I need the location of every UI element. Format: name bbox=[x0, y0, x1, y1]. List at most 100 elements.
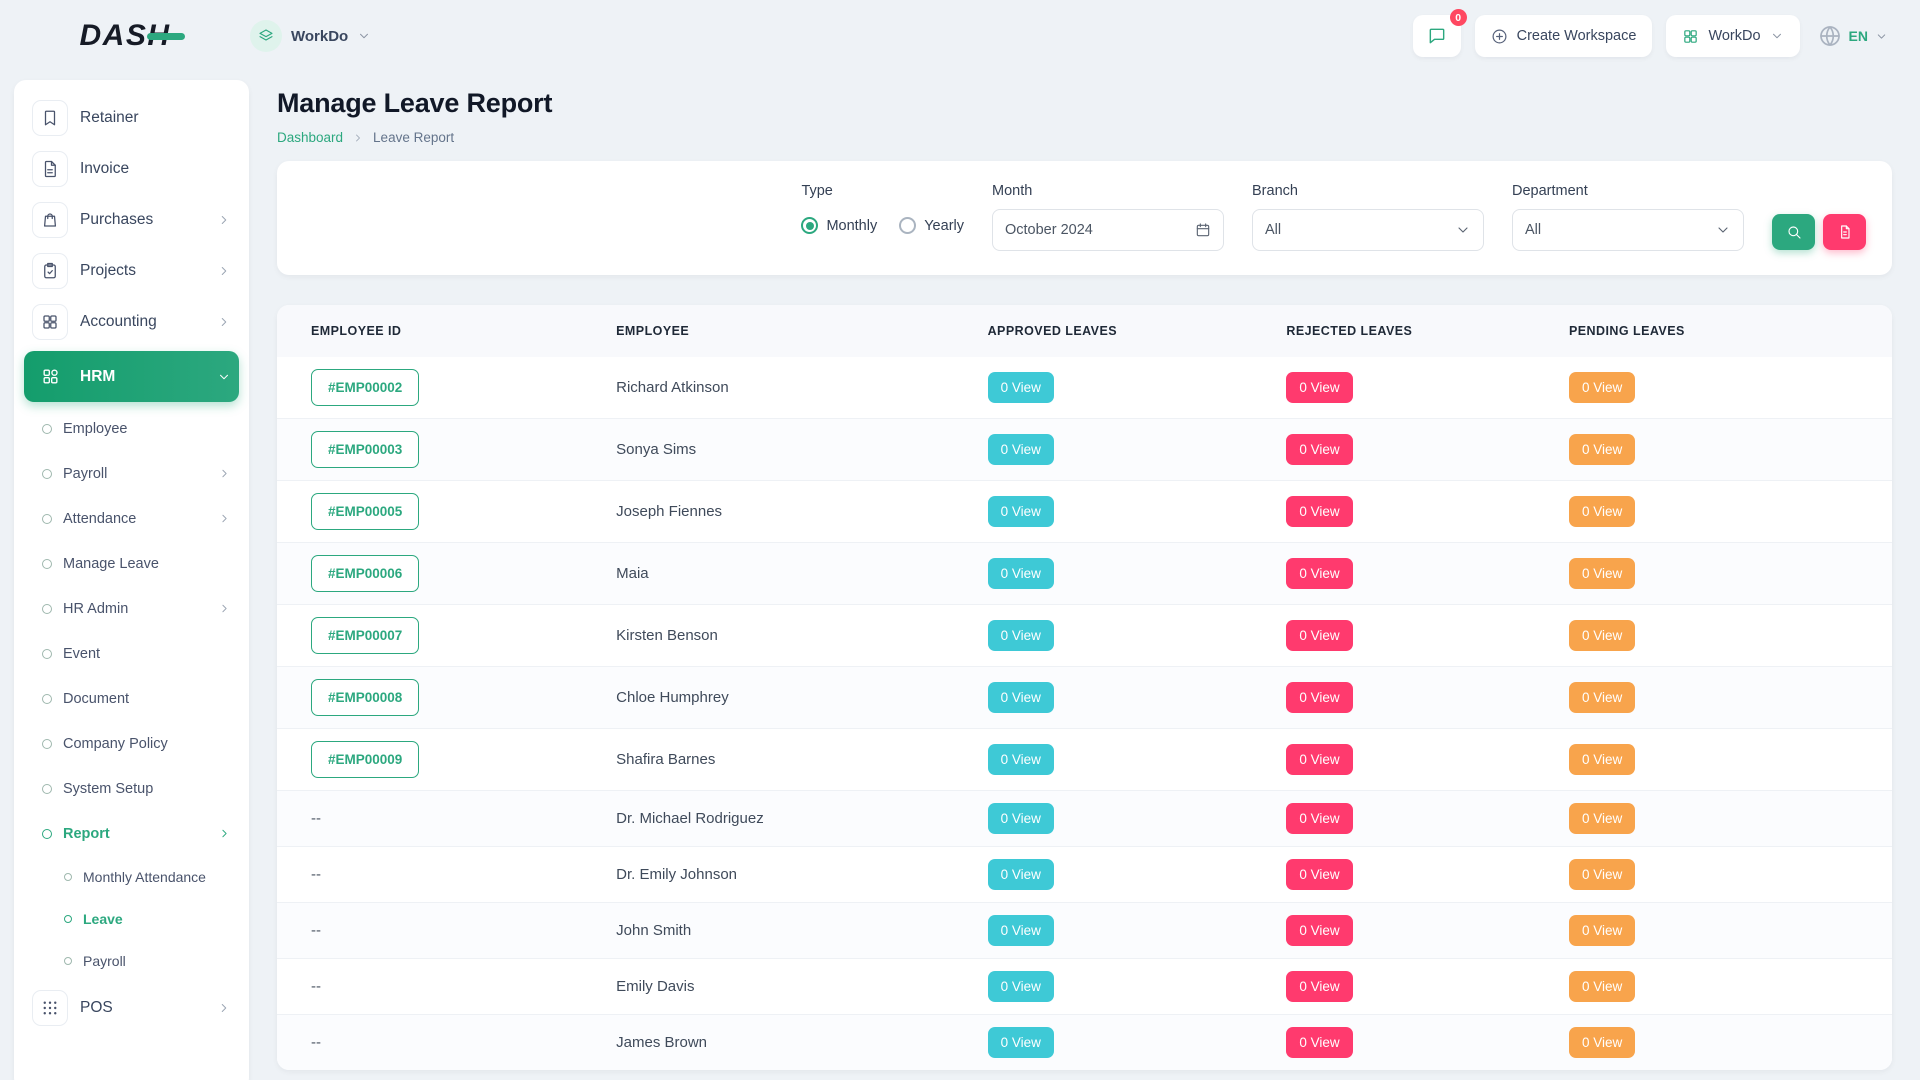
logo-wrap: DASH bbox=[0, 19, 250, 53]
radio-icon bbox=[801, 217, 818, 234]
language-selector[interactable]: EN bbox=[1814, 24, 1892, 48]
rejected-leaves-view-button[interactable]: 0 View bbox=[1286, 558, 1352, 589]
rejected-leaves-view-button[interactable]: 0 View bbox=[1286, 803, 1352, 834]
sidebar-item-payroll[interactable]: Payroll bbox=[46, 940, 239, 982]
breadcrumb-dashboard-link[interactable]: Dashboard bbox=[277, 130, 343, 145]
bullet-icon bbox=[42, 604, 52, 614]
sidebar-item-system-setup[interactable]: System Setup bbox=[24, 766, 239, 811]
shopping-bag-icon bbox=[32, 202, 68, 238]
radio-monthly[interactable]: Monthly bbox=[801, 217, 877, 234]
approved-leaves-view-button[interactable]: 0 View bbox=[988, 434, 1054, 465]
employee-id-chip[interactable]: #EMP00007 bbox=[311, 617, 419, 654]
employee-name: Kirsten Benson bbox=[616, 627, 718, 644]
rejected-leaves-view-button[interactable]: 0 View bbox=[1286, 971, 1352, 1002]
sidebar-item-invoice[interactable]: Invoice bbox=[24, 143, 239, 194]
rejected-leaves-view-button[interactable]: 0 View bbox=[1286, 859, 1352, 890]
rejected-leaves-view-button[interactable]: 0 View bbox=[1286, 496, 1352, 527]
chevron-down-icon bbox=[357, 29, 371, 43]
pending-leaves-view-button[interactable]: 0 View bbox=[1569, 1027, 1635, 1058]
approved-leaves-view-button[interactable]: 0 View bbox=[988, 372, 1054, 403]
rejected-leaves-view-button[interactable]: 0 View bbox=[1286, 372, 1352, 403]
employee-id-chip[interactable]: #EMP00008 bbox=[311, 679, 419, 716]
branch-label: Branch bbox=[1252, 183, 1484, 199]
rejected-leaves-view-button[interactable]: 0 View bbox=[1286, 682, 1352, 713]
bullet-icon bbox=[42, 559, 52, 569]
messages-button[interactable]: 0 bbox=[1413, 15, 1461, 57]
month-filter-group: Month October 2024 bbox=[992, 183, 1224, 251]
approved-leaves-view-button[interactable]: 0 View bbox=[988, 558, 1054, 589]
approved-leaves-view-button[interactable]: 0 View bbox=[988, 682, 1054, 713]
search-button[interactable] bbox=[1772, 214, 1815, 250]
rejected-leaves-view-button[interactable]: 0 View bbox=[1286, 434, 1352, 465]
pending-leaves-view-button[interactable]: 0 View bbox=[1569, 803, 1635, 834]
sidebar: Retainer Invoice Purchases Projects bbox=[14, 80, 249, 1080]
approved-leaves-view-button[interactable]: 0 View bbox=[988, 859, 1054, 890]
rejected-leaves-view-button[interactable]: 0 View bbox=[1286, 744, 1352, 775]
pending-leaves-view-button[interactable]: 0 View bbox=[1569, 496, 1635, 527]
approved-leaves-view-button[interactable]: 0 View bbox=[988, 496, 1054, 527]
sidebar-item-document[interactable]: Document bbox=[24, 676, 239, 721]
filter-actions bbox=[1772, 214, 1866, 250]
brand-logo[interactable]: DASH bbox=[79, 19, 170, 53]
employee-id-chip[interactable]: #EMP00006 bbox=[311, 555, 419, 592]
radio-yearly[interactable]: Yearly bbox=[899, 217, 964, 234]
sidebar-item-retainer[interactable]: Retainer bbox=[24, 92, 239, 143]
topbar: DASH WorkDo 0 Create Workspace WorkDo bbox=[0, 0, 1920, 72]
department-value: All bbox=[1525, 222, 1541, 238]
approved-leaves-view-button[interactable]: 0 View bbox=[988, 1027, 1054, 1058]
workspace-menu-button[interactable]: WorkDo bbox=[1666, 15, 1799, 57]
rejected-leaves-view-button[interactable]: 0 View bbox=[1286, 915, 1352, 946]
rejected-leaves-view-button[interactable]: 0 View bbox=[1286, 620, 1352, 651]
bullet-icon bbox=[64, 873, 72, 881]
rejected-leaves-view-button[interactable]: 0 View bbox=[1286, 1027, 1352, 1058]
approved-leaves-view-button[interactable]: 0 View bbox=[988, 803, 1054, 834]
sidebar-item-pos[interactable]: POS bbox=[24, 982, 239, 1033]
sidebar-item-accounting[interactable]: Accounting bbox=[24, 296, 239, 347]
sidebar-item-purchases[interactable]: Purchases bbox=[24, 194, 239, 245]
pending-leaves-view-button[interactable]: 0 View bbox=[1569, 558, 1635, 589]
chevron-right-icon bbox=[217, 264, 231, 278]
pending-leaves-view-button[interactable]: 0 View bbox=[1569, 744, 1635, 775]
pending-leaves-view-button[interactable]: 0 View bbox=[1569, 682, 1635, 713]
approved-leaves-view-button[interactable]: 0 View bbox=[988, 971, 1054, 1002]
create-workspace-button[interactable]: Create Workspace bbox=[1475, 15, 1653, 57]
sidebar-item-employee[interactable]: Employee bbox=[24, 406, 239, 451]
pending-leaves-view-button[interactable]: 0 View bbox=[1569, 859, 1635, 890]
sidebar-item-leave[interactable]: Leave bbox=[46, 898, 239, 940]
sidebar-item-payroll[interactable]: Payroll bbox=[24, 451, 239, 496]
pending-leaves-view-button[interactable]: 0 View bbox=[1569, 971, 1635, 1002]
pending-leaves-view-button[interactable]: 0 View bbox=[1569, 620, 1635, 651]
chevron-right-icon bbox=[352, 132, 364, 144]
sidebar-item-report[interactable]: Report bbox=[24, 811, 239, 856]
branch-select[interactable]: All bbox=[1252, 209, 1484, 251]
pending-leaves-view-button[interactable]: 0 View bbox=[1569, 915, 1635, 946]
chevron-right-icon bbox=[218, 602, 231, 615]
employee-id-chip[interactable]: #EMP00002 bbox=[311, 369, 419, 406]
employee-id-chip[interactable]: #EMP00003 bbox=[311, 431, 419, 468]
sidebar-item-hrm[interactable]: HRM bbox=[24, 351, 239, 402]
sidebar-item-monthly-attendance[interactable]: Monthly Attendance bbox=[46, 856, 239, 898]
sidebar-item-projects[interactable]: Projects bbox=[24, 245, 239, 296]
sidebar-item-manage-leave[interactable]: Manage Leave bbox=[24, 541, 239, 586]
approved-leaves-view-button[interactable]: 0 View bbox=[988, 915, 1054, 946]
approved-leaves-view-button[interactable]: 0 View bbox=[988, 744, 1054, 775]
branch-value: All bbox=[1265, 222, 1281, 238]
sidebar-item-event[interactable]: Event bbox=[24, 631, 239, 676]
sidebar-item-company-policy[interactable]: Company Policy bbox=[24, 721, 239, 766]
leave-table-body: #EMP00002 Richard Atkinson 0 View 0 View… bbox=[277, 357, 1892, 1070]
language-code: EN bbox=[1849, 28, 1868, 44]
sidebar-item-hr-admin[interactable]: HR Admin bbox=[24, 586, 239, 631]
main-content: Manage Leave Report Dashboard Leave Repo… bbox=[277, 80, 1892, 1080]
employee-id-chip[interactable]: #EMP00005 bbox=[311, 493, 419, 530]
workspace-switcher[interactable]: WorkDo bbox=[250, 20, 371, 52]
employee-name: Joseph Fiennes bbox=[616, 503, 722, 520]
sidebar-item-attendance[interactable]: Attendance bbox=[24, 496, 239, 541]
chat-icon bbox=[1427, 26, 1447, 46]
department-select[interactable]: All bbox=[1512, 209, 1744, 251]
employee-id-chip[interactable]: #EMP00009 bbox=[311, 741, 419, 778]
export-button[interactable] bbox=[1823, 214, 1866, 250]
pending-leaves-view-button[interactable]: 0 View bbox=[1569, 434, 1635, 465]
pending-leaves-view-button[interactable]: 0 View bbox=[1569, 372, 1635, 403]
approved-leaves-view-button[interactable]: 0 View bbox=[988, 620, 1054, 651]
month-input[interactable]: October 2024 bbox=[992, 209, 1224, 251]
